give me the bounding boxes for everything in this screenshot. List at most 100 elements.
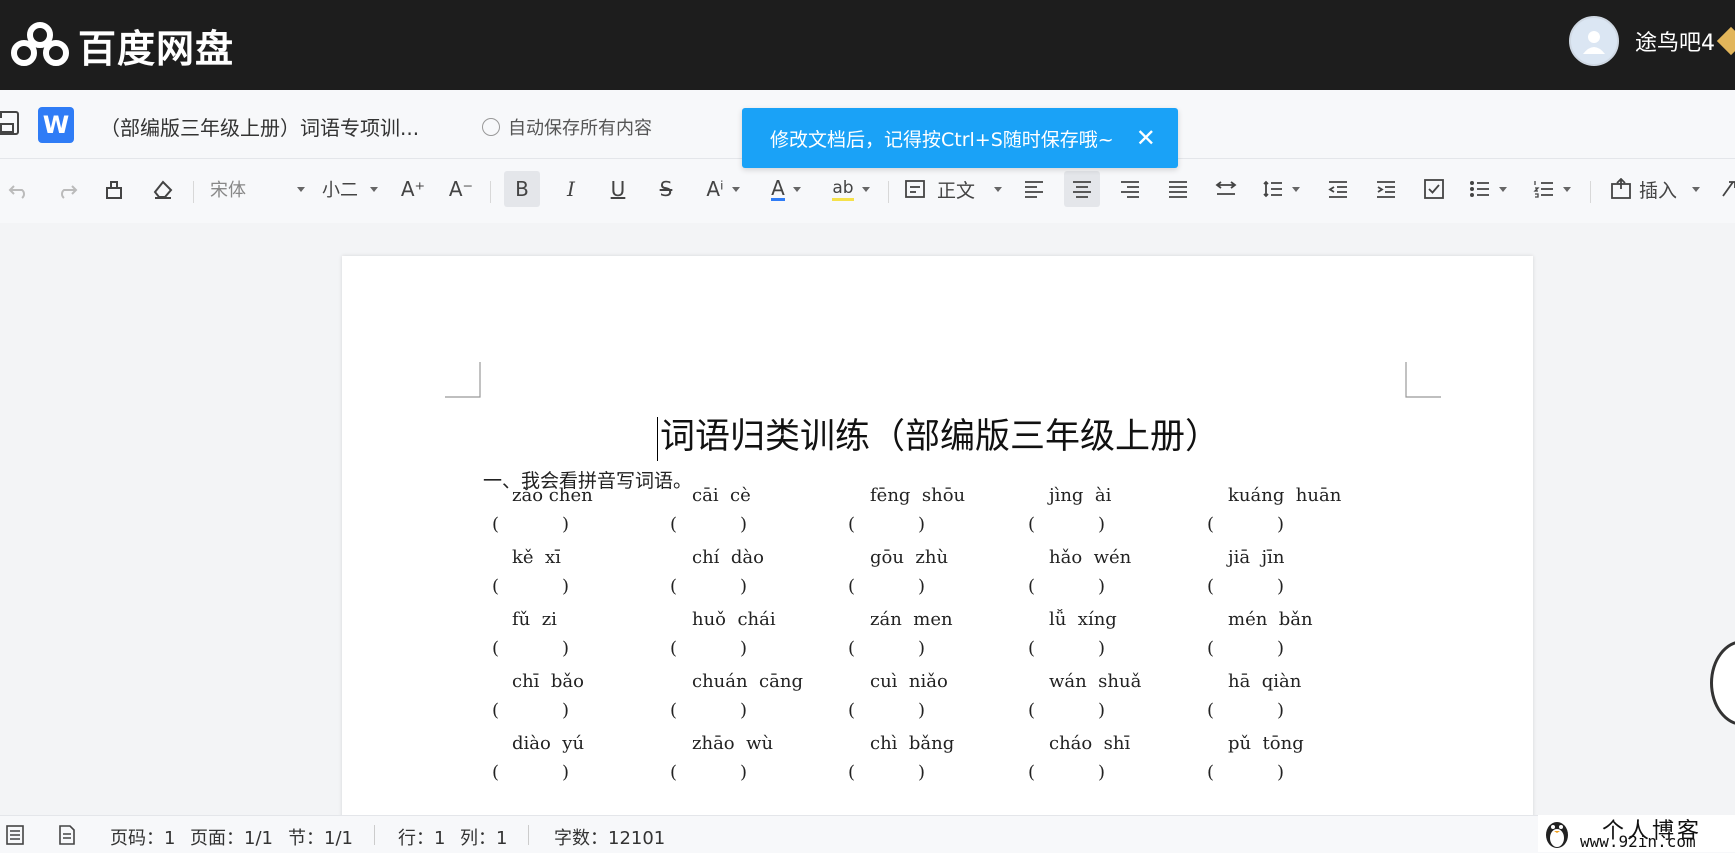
save-icon[interactable] — [0, 108, 22, 138]
align-right-button[interactable] — [1115, 171, 1145, 207]
toolbar-separator — [888, 181, 889, 203]
answer-blank[interactable]: ( ) — [1207, 762, 1284, 783]
format-toolbar: 宋体 小二 A⁺ A⁻ B I U S Aⁱ A ab 正文 插入 — [0, 159, 1735, 223]
justify-button[interactable] — [1163, 171, 1193, 207]
save-reminder-toast: 修改文档后，记得按Ctrl+S随时保存哦~ ✕ — [742, 108, 1178, 168]
answer-blank[interactable]: ( ) — [492, 700, 569, 721]
superscript-label: Aⁱ — [706, 177, 724, 201]
answer-blank[interactable]: ( ) — [848, 638, 925, 659]
pinyin-word: chuán cāng — [692, 671, 803, 692]
pinyin-word: pǔ tōng — [1228, 733, 1304, 754]
numbered-list-button[interactable] — [1530, 171, 1574, 207]
answer-blank[interactable]: ( ) — [848, 514, 925, 535]
line-spacing-button[interactable] — [1259, 171, 1303, 207]
close-icon[interactable]: ✕ — [1136, 124, 1156, 152]
insert-label: 插入 — [1638, 179, 1677, 202]
autosave-text: 自动保存所有内容 — [508, 118, 652, 139]
toolbar-separator — [490, 181, 491, 203]
answer-blank[interactable]: ( ) — [1028, 638, 1105, 659]
align-center-button[interactable] — [1064, 171, 1100, 207]
decrease-indent-button[interactable] — [1323, 171, 1353, 207]
answer-blank[interactable]: ( ) — [492, 514, 569, 535]
tool-icon — [1722, 181, 1735, 197]
answer-blank[interactable]: ( ) — [670, 638, 747, 659]
font-family-value: 宋体 — [210, 180, 246, 201]
answer-blank[interactable]: ( ) — [848, 762, 925, 783]
page-title[interactable]: 词语归类训练（部编版三年级上册） — [657, 408, 1220, 461]
format-painter-button[interactable] — [99, 171, 129, 207]
document-canvas: 词语归类训练（部编版三年级上册） 一、我会看拼音写词语。 zǎo chen( )… — [0, 223, 1735, 836]
answer-blank[interactable]: ( ) — [848, 576, 925, 597]
answer-blank[interactable]: ( ) — [1028, 514, 1105, 535]
insert-menu-button[interactable]: 插入 — [1610, 171, 1700, 207]
status-bar: 页码：1 页面：1/1 节：1/1 行：1 列：1 字数：12101 — [0, 815, 1735, 853]
grow-font-button[interactable]: A⁺ — [398, 171, 428, 207]
answer-blank[interactable]: ( ) — [670, 514, 747, 535]
avatar[interactable] — [1569, 16, 1619, 66]
vip-badge-icon — [1716, 26, 1735, 56]
align-right-icon — [1121, 181, 1139, 198]
bullet-list-button[interactable] — [1466, 171, 1510, 207]
undo-button[interactable] — [4, 171, 34, 207]
document-title[interactable]: （部编版三年级上册）词语专项训... — [100, 112, 419, 141]
page-view-icon[interactable] — [56, 824, 78, 846]
outline-icon[interactable] — [4, 824, 26, 846]
logo[interactable]: 百度网盘 — [10, 20, 235, 71]
pinyin-word: hǎo wén — [1049, 547, 1132, 568]
answer-blank[interactable]: ( ) — [1207, 514, 1284, 535]
shrink-font-button[interactable]: A⁻ — [446, 171, 476, 207]
numbered-list-icon — [1533, 181, 1553, 198]
align-left-icon — [1025, 181, 1043, 198]
answer-blank[interactable]: ( ) — [670, 762, 747, 783]
distributed-align-button[interactable] — [1211, 171, 1241, 207]
italic-button[interactable]: I — [556, 171, 586, 207]
username[interactable]: 途鸟吧4 — [1635, 25, 1715, 57]
answer-blank[interactable]: ( ) — [670, 700, 747, 721]
underline-button[interactable]: U — [603, 171, 633, 207]
pinyin-word: chī bǎo — [512, 671, 584, 692]
font-family-select[interactable]: 宋体 — [210, 171, 305, 207]
more-tools-button[interactable] — [1718, 171, 1735, 207]
watermark-url: www.92in.com — [1580, 832, 1696, 851]
align-left-button[interactable] — [1019, 171, 1049, 207]
font-color-button[interactable]: A — [762, 171, 810, 207]
status-column: 列：1 — [460, 828, 508, 849]
answer-blank[interactable]: ( ) — [492, 576, 569, 597]
answer-blank[interactable]: ( ) — [1028, 762, 1105, 783]
status-section: 节：1/1 — [288, 828, 353, 849]
checklist-button[interactable] — [1419, 171, 1449, 207]
increase-indent-button[interactable] — [1371, 171, 1401, 207]
answer-blank[interactable]: ( ) — [1207, 638, 1284, 659]
answer-blank[interactable]: ( ) — [670, 576, 747, 597]
autosave-status: 自动保存所有内容 — [482, 114, 652, 140]
pinyin-word: cāi cè — [692, 485, 751, 506]
app-name: 百度网盘 — [78, 26, 235, 71]
superscript-button[interactable]: Aⁱ — [700, 171, 746, 207]
highlight-button[interactable]: ab — [826, 171, 876, 207]
answer-blank[interactable]: ( ) — [492, 638, 569, 659]
pinyin-word: cuì niǎo — [870, 671, 948, 692]
pinyin-word: kě xī — [512, 547, 561, 568]
answer-blank[interactable]: ( ) — [1207, 700, 1284, 721]
paragraph-style-select[interactable]: 正文 — [904, 171, 1002, 207]
redo-button[interactable] — [52, 171, 82, 207]
pinyin-word: fēng shōu — [870, 485, 966, 506]
indent-icon — [1377, 181, 1395, 198]
font-color-label: A — [771, 175, 785, 201]
status-word-count: 字数：12101 — [554, 828, 666, 849]
pinyin-word: wán shuǎ — [1049, 671, 1142, 692]
font-size-select[interactable]: 小二 — [322, 171, 378, 207]
status-separator — [374, 825, 375, 845]
answer-blank[interactable]: ( ) — [1028, 576, 1105, 597]
text-cursor — [657, 416, 658, 461]
clear-format-button[interactable] — [148, 171, 178, 207]
bold-button[interactable]: B — [504, 171, 540, 207]
answer-blank[interactable]: ( ) — [1207, 576, 1284, 597]
answer-blank[interactable]: ( ) — [492, 762, 569, 783]
document-page[interactable]: 词语归类训练（部编版三年级上册） 一、我会看拼音写词语。 zǎo chen( )… — [342, 256, 1533, 836]
strikethrough-button[interactable]: S — [651, 171, 681, 207]
margin-corner-top-right — [1405, 362, 1441, 398]
answer-blank[interactable]: ( ) — [848, 700, 925, 721]
answer-blank[interactable]: ( ) — [1028, 700, 1105, 721]
user-menu[interactable]: 途鸟吧4 — [1569, 16, 1735, 66]
